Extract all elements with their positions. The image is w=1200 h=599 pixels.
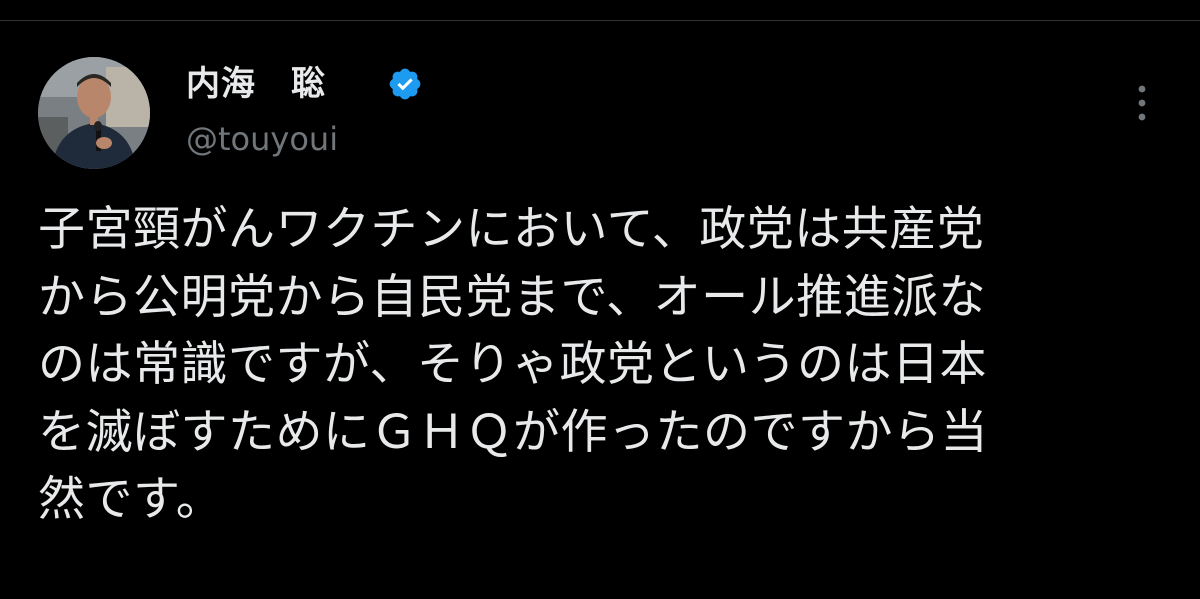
avatar-photo: [38, 57, 150, 169]
author-display-name[interactable]: 内海 聡: [186, 60, 326, 108]
more-options-icon[interactable]: [1126, 82, 1158, 124]
tweet-text-line: のは常識ですが、そりゃ政党というのは日本: [38, 337, 988, 392]
author-avatar[interactable]: [38, 57, 150, 169]
tweet-text-line: 然です。: [38, 472, 224, 527]
tweet-text: 子宮頸がんワクチンにおいて、政党は共産党 から公明党から自民党まで、オール推進派…: [38, 196, 1168, 534]
tweet-text-line: 子宮頸がんワクチンにおいて、政党は共産党: [38, 202, 985, 257]
author-handle[interactable]: @touyoui: [186, 116, 338, 162]
tweet-text-line: を滅ぼすためにＧＨＱが作ったのですから当: [38, 404, 988, 460]
verified-badge-icon[interactable]: [387, 66, 423, 102]
tweet-text-line: から公明党から自民党まで、オール推進派な: [38, 269, 987, 325]
top-divider: [0, 20, 1200, 21]
